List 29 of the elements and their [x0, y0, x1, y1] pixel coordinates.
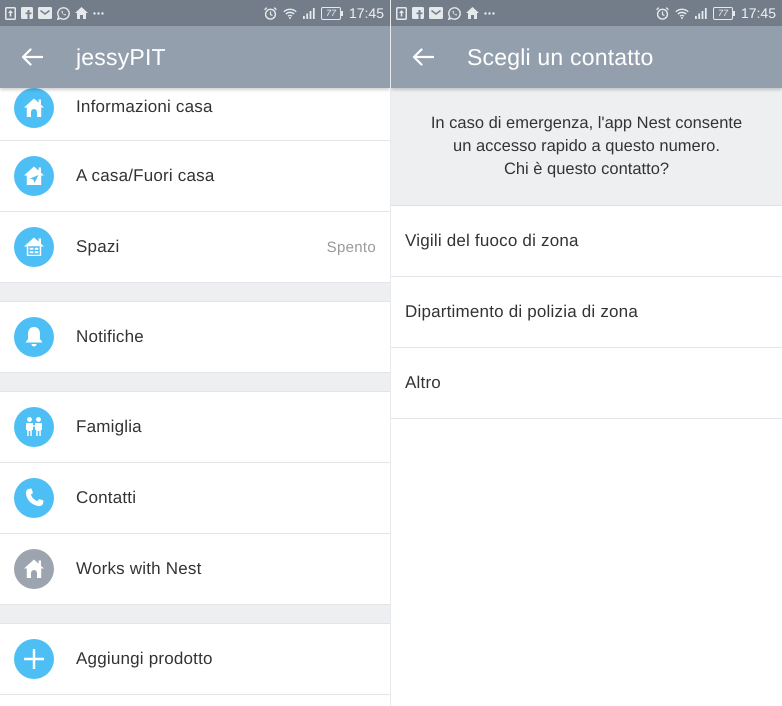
- status-value: Spento: [326, 238, 376, 256]
- status-time: 17:45: [740, 5, 776, 21]
- chat-bubble-icon: [448, 6, 461, 20]
- home-icon: [75, 7, 88, 19]
- wifi-icon: [282, 8, 297, 18]
- mail-icon: [38, 7, 52, 19]
- wifi-icon: [674, 8, 689, 18]
- status-time: 17:45: [348, 5, 384, 21]
- home-icon: [466, 7, 479, 19]
- screen-title: Scegli un contatto: [467, 44, 654, 70]
- back-arrow-icon: [21, 48, 43, 66]
- screen-title: jessyPIT: [76, 44, 166, 70]
- chat-bubble-icon: [57, 6, 70, 20]
- menu-item[interactable]: Informazioni casa: [0, 88, 390, 141]
- battery-indicator: 77: [712, 6, 735, 20]
- battery-indicator: 77: [320, 6, 343, 20]
- app-tile-icon: [21, 7, 33, 19]
- app-tile-icon: [412, 7, 424, 19]
- alarm-clock-icon: [264, 6, 277, 20]
- alarm-clock-icon: [656, 6, 669, 20]
- back-arrow-icon: [412, 48, 434, 66]
- signal-icon: [302, 8, 315, 18]
- more-dots-icon: [93, 12, 104, 14]
- upload-icon: [5, 6, 16, 20]
- more-dots-icon: [484, 12, 495, 14]
- mail-icon: [429, 7, 443, 19]
- signal-icon: [694, 8, 707, 18]
- intro-text: In caso di emergenza, l'app Nest consente un accesso rapido a questo numero. Chi è questo contatto?: [430, 113, 742, 180]
- upload-icon: [396, 6, 407, 20]
